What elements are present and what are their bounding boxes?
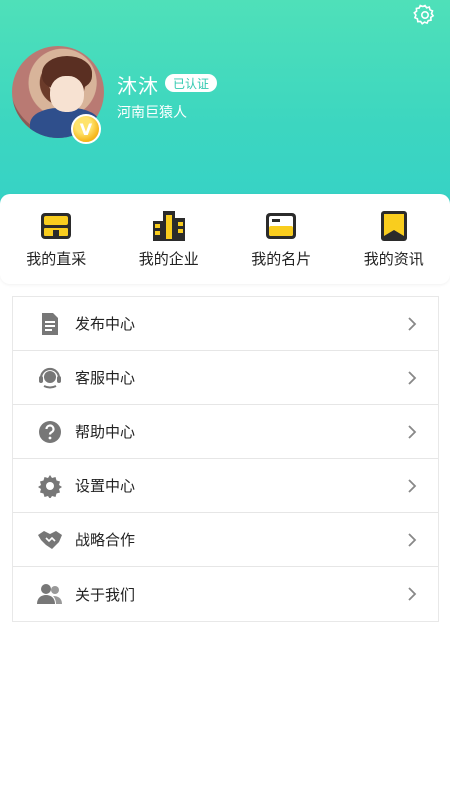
quick-action-label: 我的直采 bbox=[26, 250, 87, 268]
settings-button[interactable] bbox=[412, 2, 438, 28]
gear-icon bbox=[413, 4, 435, 25]
headset-icon bbox=[37, 365, 63, 391]
menu-item-partnership[interactable]: 战略合作 bbox=[13, 513, 438, 567]
gear-icon bbox=[37, 473, 63, 499]
menu-item-label: 帮助中心 bbox=[75, 423, 136, 441]
menu-item-label: 设置中心 bbox=[75, 477, 136, 495]
profile-header: V 沐沐 已认证 河南巨猿人 bbox=[0, 0, 450, 210]
verified-badge: 已认证 bbox=[165, 74, 218, 92]
menu-item-settings[interactable]: 设置中心 bbox=[13, 459, 438, 513]
quick-actions-card: 我的直采 我的企业 我的名片 我的资讯 bbox=[0, 194, 450, 284]
document-icon bbox=[37, 311, 63, 337]
quick-action-label: 我的资讯 bbox=[363, 250, 424, 268]
quick-action-label: 我的名片 bbox=[251, 250, 312, 268]
menu-item-help[interactable]: 帮助中心 bbox=[13, 405, 438, 459]
bookmark-icon bbox=[376, 208, 412, 244]
user-name: 沐沐 bbox=[117, 74, 159, 98]
question-icon bbox=[37, 419, 63, 445]
store-icon bbox=[38, 208, 74, 244]
handshake-icon bbox=[37, 527, 63, 553]
users-icon bbox=[37, 581, 63, 607]
menu-item-label: 客服中心 bbox=[75, 369, 136, 387]
menu-item-label: 战略合作 bbox=[75, 531, 136, 549]
menu-item-label: 关于我们 bbox=[75, 585, 136, 604]
building-icon bbox=[151, 208, 187, 244]
quick-action-direct-purchase[interactable]: 我的直采 bbox=[0, 194, 113, 284]
card-icon bbox=[263, 208, 299, 244]
chevron-right-icon bbox=[406, 369, 418, 387]
quick-action-label: 我的企业 bbox=[138, 250, 199, 268]
menu-item-publish[interactable]: 发布中心 bbox=[13, 297, 438, 351]
chevron-right-icon bbox=[406, 585, 418, 603]
quick-action-business-card[interactable]: 我的名片 bbox=[225, 194, 338, 284]
user-location: 河南巨猿人 bbox=[117, 105, 187, 121]
chevron-right-icon bbox=[406, 477, 418, 495]
quick-action-company[interactable]: 我的企业 bbox=[113, 194, 226, 284]
menu-list: 发布中心 客服中心 帮助中心 设置中心 战略合作 关于我们 bbox=[12, 296, 439, 622]
chevron-right-icon bbox=[406, 531, 418, 549]
vip-badge: V bbox=[71, 114, 101, 144]
menu-item-label: 发布中心 bbox=[75, 315, 136, 333]
quick-action-news[interactable]: 我的资讯 bbox=[338, 194, 450, 284]
chevron-right-icon bbox=[406, 423, 418, 441]
chevron-right-icon bbox=[406, 315, 418, 333]
menu-item-about[interactable]: 关于我们 bbox=[13, 567, 438, 621]
menu-item-customer-service[interactable]: 客服中心 bbox=[13, 351, 438, 405]
